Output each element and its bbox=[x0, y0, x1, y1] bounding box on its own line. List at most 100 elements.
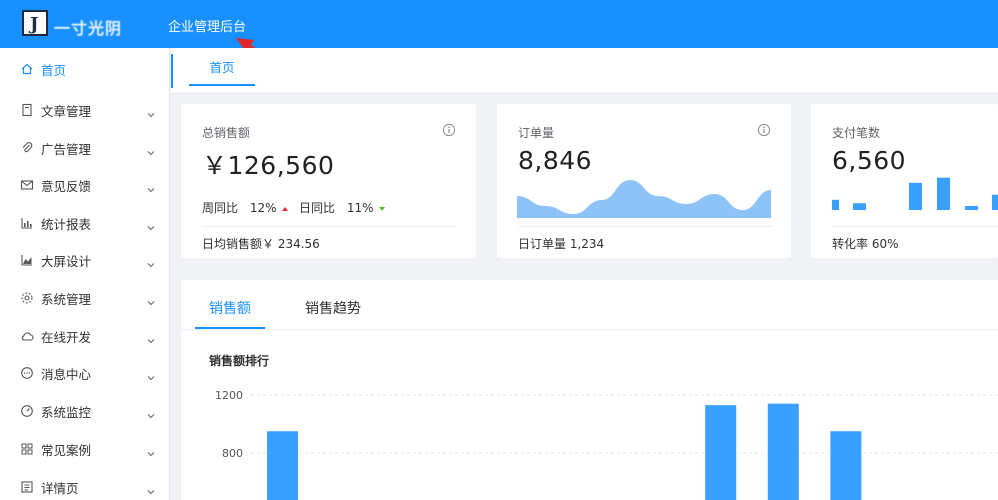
mini-bar bbox=[992, 194, 998, 210]
tab-sales-trend[interactable]: 销售趋势 bbox=[305, 298, 361, 318]
weekly-label: 周同比 bbox=[202, 201, 239, 215]
sidebar-item-12[interactable]: 详情页 bbox=[0, 468, 170, 500]
cloud-icon bbox=[20, 329, 34, 343]
daily-sales-footer: 日均销售额￥ 234.56 bbox=[202, 237, 320, 251]
top-header: J 一寸光阴 企业管理后台 bbox=[0, 0, 998, 76]
info-icon[interactable] bbox=[442, 123, 456, 137]
chart-bar[interactable] bbox=[767, 403, 799, 500]
gear-icon bbox=[20, 291, 34, 305]
chart-title: 销售额排行 bbox=[209, 354, 270, 368]
area-chart-icon bbox=[20, 253, 34, 267]
sidebar-item-7[interactable]: 系统管理 bbox=[0, 279, 170, 317]
sidebar-item-label: 广告管理 bbox=[41, 141, 92, 157]
message-icon bbox=[20, 366, 34, 380]
conversion-footer: 转化率 60% bbox=[832, 237, 899, 251]
tab-home[interactable]: 首页 bbox=[189, 48, 255, 86]
sidebar-item-6[interactable]: 大屏设计 bbox=[0, 241, 170, 279]
sidebar-item-label: 文章管理 bbox=[41, 103, 92, 119]
tab-bar: 首页 bbox=[171, 48, 998, 94]
sales-panel: 销售额 销售趋势 销售额排行 1200 800 bbox=[181, 280, 998, 500]
info-icon[interactable] bbox=[757, 123, 771, 137]
chevron-down-icon bbox=[146, 293, 156, 306]
weekly-value: 12% bbox=[249, 201, 277, 215]
daily-orders-footer: 日订单量 1,234 bbox=[518, 237, 605, 251]
detail-icon bbox=[20, 480, 34, 494]
chart-bar[interactable] bbox=[830, 431, 862, 500]
mini-bar bbox=[937, 177, 950, 210]
sidebar-item-11[interactable]: 常见案例 bbox=[0, 430, 170, 468]
paperclip-icon bbox=[20, 141, 34, 155]
daily-value: 11% bbox=[346, 201, 374, 215]
sidebar-item-label: 统计报表 bbox=[41, 216, 92, 232]
sidebar-item-label: 系统监控 bbox=[41, 404, 92, 420]
chevron-down-icon bbox=[146, 255, 156, 268]
app-title: 企业管理后台 bbox=[168, 20, 247, 35]
chart-bar[interactable] bbox=[267, 431, 298, 500]
chevron-down-icon bbox=[146, 180, 156, 193]
total-sales-value: ￥126,560 bbox=[202, 151, 335, 180]
card-divider bbox=[518, 226, 772, 227]
logo-letter: J bbox=[30, 14, 39, 35]
logo[interactable]: J bbox=[22, 10, 48, 36]
sidebar-item-label: 大屏设计 bbox=[41, 253, 92, 269]
sidebar-item-1[interactable]: 首页 bbox=[0, 50, 170, 88]
sidebar-item-label: 详情页 bbox=[41, 480, 79, 496]
arrow-down-icon bbox=[378, 206, 385, 211]
sidebar-item-3[interactable]: 广告管理 bbox=[0, 129, 170, 167]
sidebar-item-10[interactable]: 系统监控 bbox=[0, 392, 170, 430]
orders-value: 8,846 bbox=[518, 146, 593, 175]
mini-bar bbox=[853, 203, 866, 210]
home-icon bbox=[20, 62, 34, 76]
arrow-up-icon bbox=[281, 206, 288, 211]
sidebar-item-label: 常见案例 bbox=[41, 442, 92, 458]
sidebar-item-2[interactable]: 文章管理 bbox=[0, 91, 170, 129]
card-orders: 订单量 8,846 日订单量 1,234 bbox=[497, 104, 791, 258]
sidebar-item-label: 消息中心 bbox=[41, 366, 92, 382]
sidebar-item-8[interactable]: 在线开发 bbox=[0, 317, 170, 355]
card-title: 支付笔数 bbox=[832, 126, 881, 140]
chart-bar[interactable] bbox=[705, 405, 737, 500]
card-divider bbox=[202, 226, 455, 227]
grid-icon bbox=[20, 442, 34, 456]
sidebar-item-label: 在线开发 bbox=[41, 329, 92, 345]
tab-bar-accent bbox=[171, 54, 173, 88]
card-divider bbox=[832, 226, 998, 227]
sidebar-item-label: 意见反馈 bbox=[41, 178, 92, 194]
daily-label: 日同比 bbox=[299, 201, 336, 215]
mini-bar bbox=[832, 199, 839, 210]
sidebar-item-9[interactable]: 消息中心 bbox=[0, 354, 170, 392]
chevron-down-icon bbox=[146, 218, 156, 231]
card-title: 订单量 bbox=[518, 126, 555, 140]
chevron-down-icon bbox=[146, 444, 156, 457]
chevron-down-icon bbox=[146, 105, 156, 118]
chevron-down-icon bbox=[146, 482, 156, 495]
payments-value: 6,560 bbox=[832, 146, 907, 175]
chevron-down-icon bbox=[146, 368, 156, 381]
mini-bar bbox=[965, 206, 978, 210]
tab-sales[interactable]: 销售额 bbox=[209, 298, 251, 318]
chevron-down-icon bbox=[146, 331, 156, 344]
card-title: 总销售额 bbox=[202, 126, 251, 140]
dashboard-icon bbox=[20, 404, 34, 418]
orders-sparkline bbox=[517, 180, 771, 218]
chevron-down-icon bbox=[146, 406, 156, 419]
y-tick-label: 800 bbox=[222, 447, 243, 460]
sidebar-item-label: 系统管理 bbox=[41, 291, 92, 307]
sparkline-area bbox=[517, 180, 771, 218]
sidebar-item-5[interactable]: 统计报表 bbox=[0, 204, 170, 242]
chevron-down-icon bbox=[146, 143, 156, 156]
sales-rank-chart: 1200 800 bbox=[215, 389, 998, 500]
payments-mini-bars bbox=[832, 177, 998, 210]
y-tick-label: 1200 bbox=[215, 389, 243, 402]
sidebar-item-4[interactable]: 意见反馈 bbox=[0, 166, 170, 204]
mail-icon bbox=[20, 178, 34, 192]
sidebar: 首页文章管理广告管理意见反馈统计报表大屏设计系统管理在线开发消息中心系统监控常见… bbox=[0, 48, 170, 500]
sidebar-item-label: 首页 bbox=[41, 62, 67, 78]
logo-text: 一寸光阴 bbox=[54, 19, 123, 38]
panel-divider bbox=[181, 329, 998, 330]
card-total-sales: 总销售额 ￥126,560 周同比 12% 日同比 11% 日均销售额￥ 234… bbox=[181, 104, 476, 258]
bar-chart-icon bbox=[20, 216, 34, 230]
daily-trend: 日同比 11% bbox=[299, 199, 385, 216]
mini-bar bbox=[909, 182, 922, 210]
card-payments: 支付笔数 6,560 转化率 60% bbox=[811, 104, 998, 258]
